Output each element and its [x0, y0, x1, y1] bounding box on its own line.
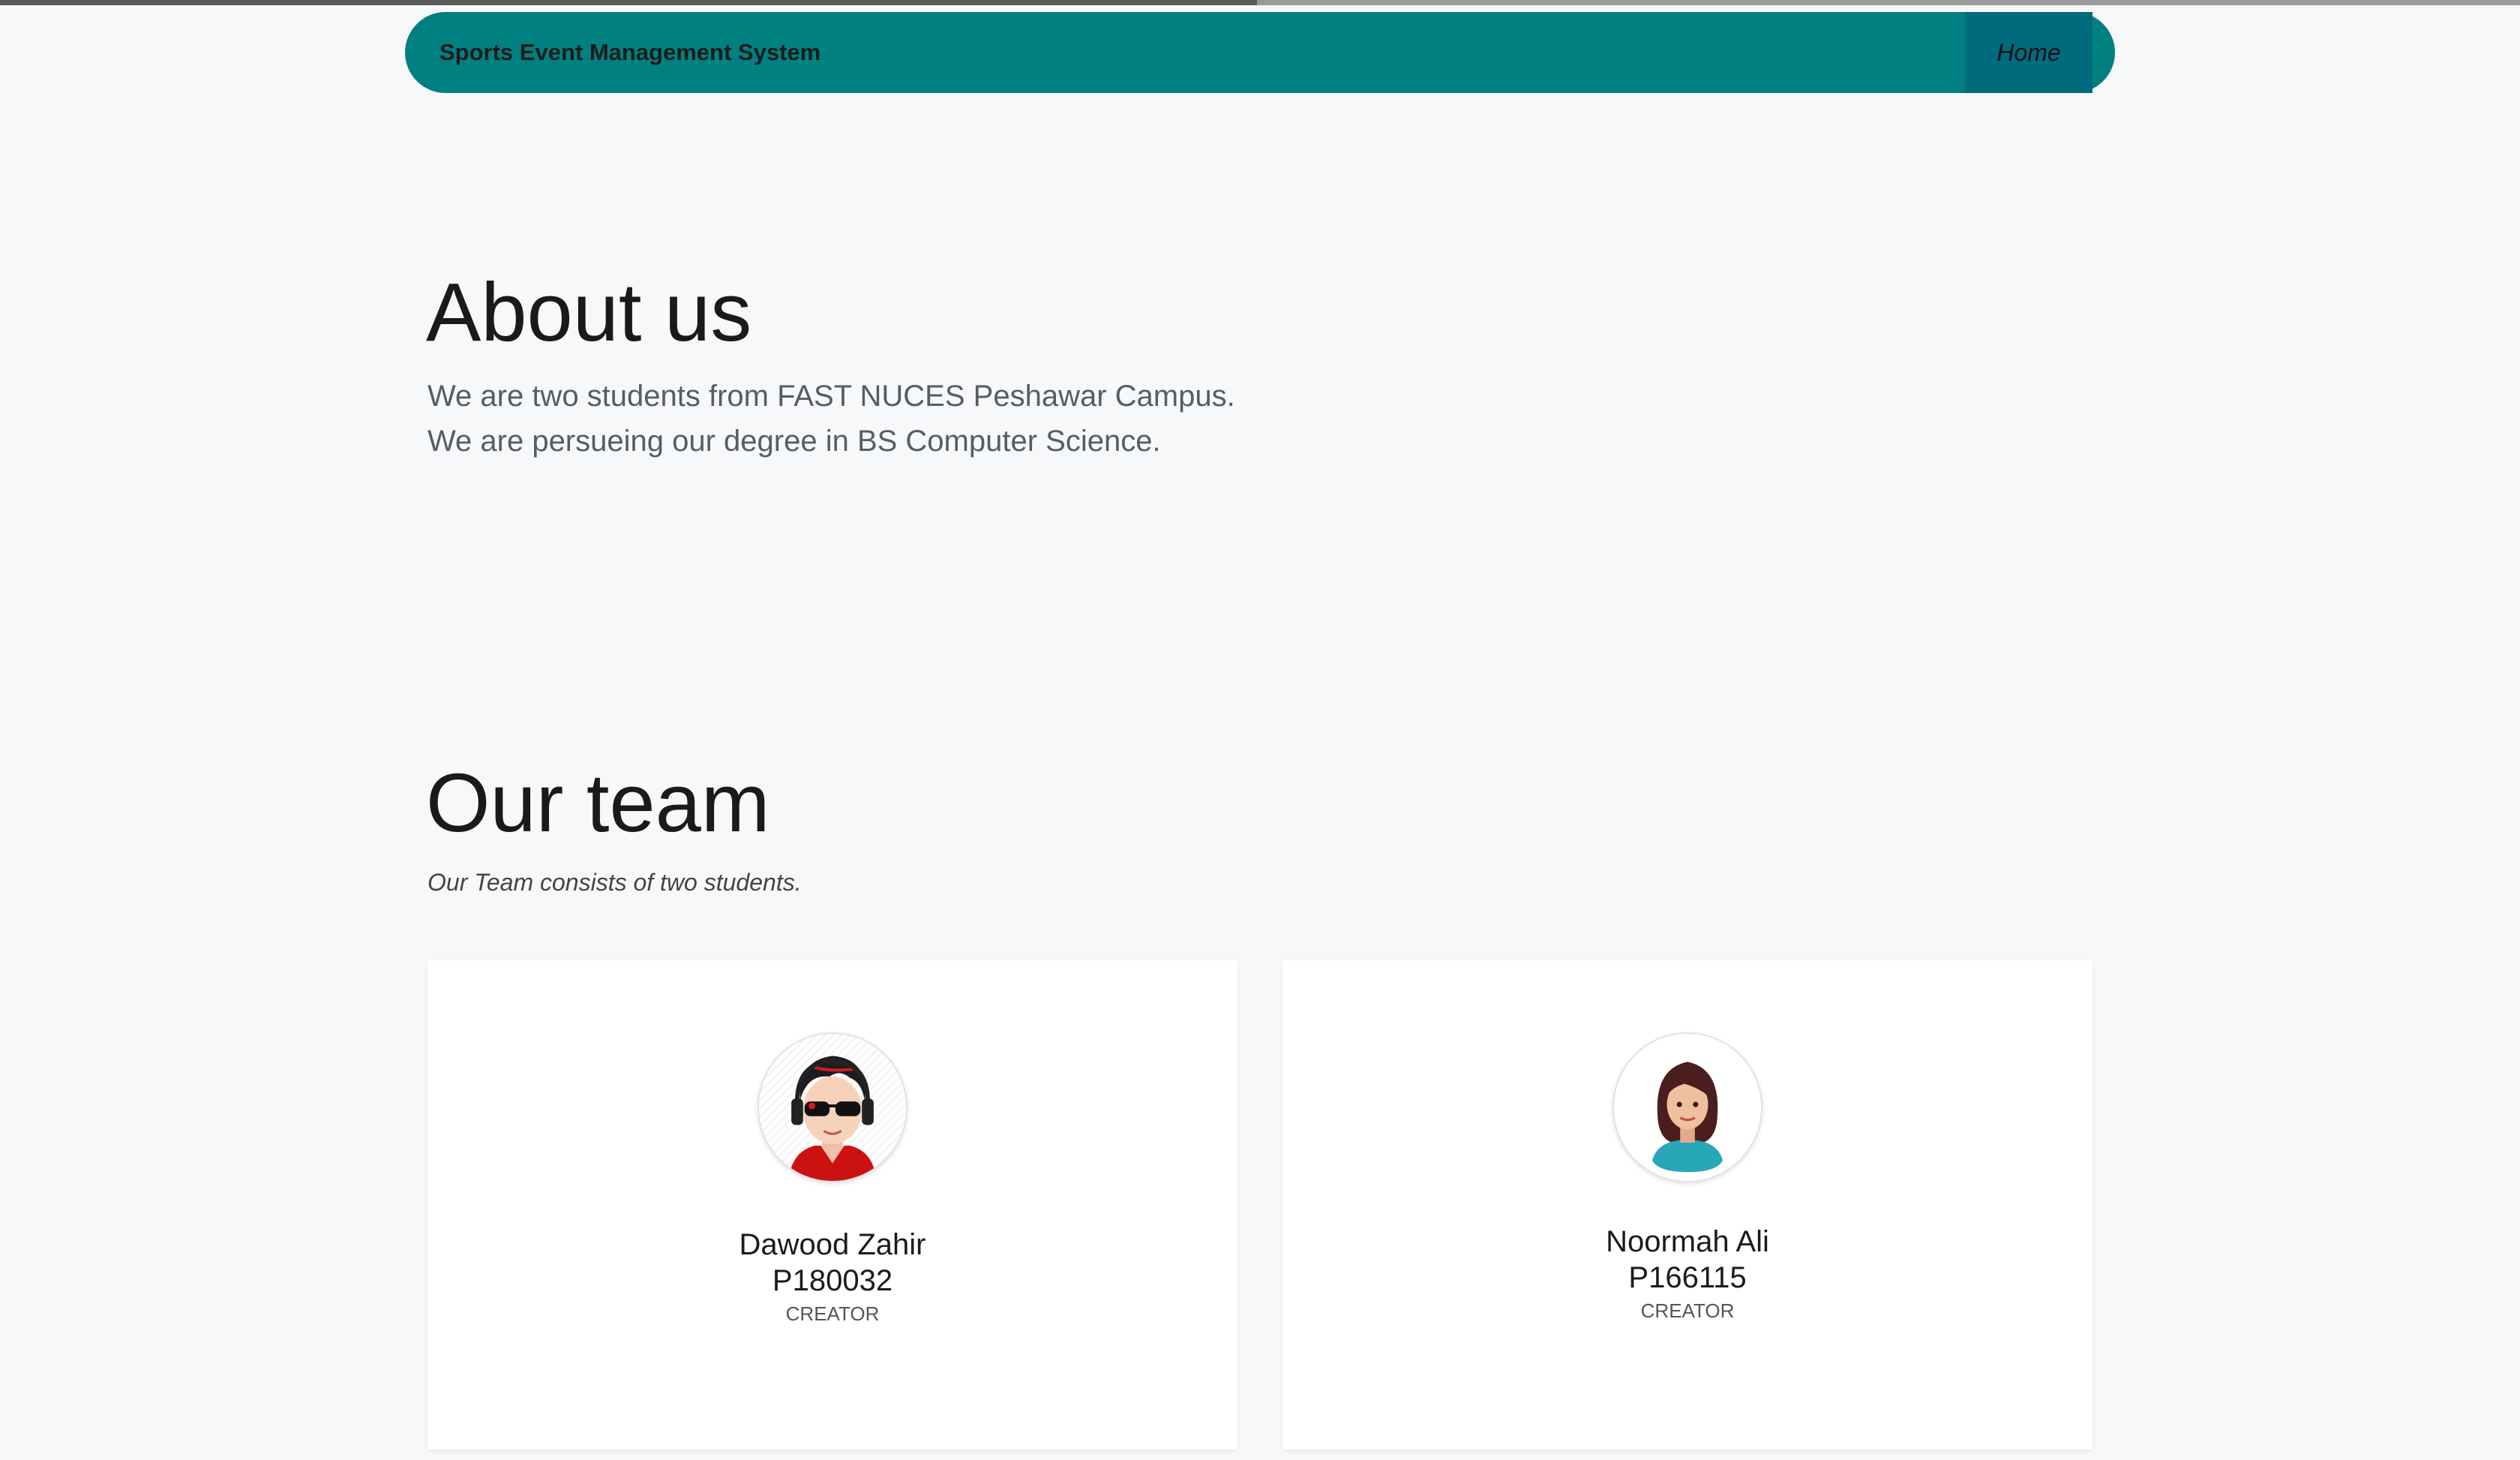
- member-name: Noormah Ali: [1606, 1225, 1769, 1258]
- member-role: CREATOR: [1640, 1299, 1735, 1322]
- member-role: CREATOR: [785, 1302, 880, 1325]
- member-id: P166115: [1628, 1261, 1747, 1294]
- about-text-line: We are two students from FAST NUCES Pesh…: [428, 380, 1235, 413]
- team-title: Our team: [426, 757, 770, 849]
- avatar: [1612, 1032, 1762, 1182]
- female-avatar-icon: [1614, 1034, 1761, 1181]
- navbar-brand[interactable]: Sports Event Management System: [440, 12, 820, 93]
- team-member-card: Noormah Ali P166115 CREATOR: [1282, 960, 2092, 1449]
- team-member-card: Dawood Zahir P180032 CREATOR: [428, 960, 1238, 1449]
- browser-top-border: [0, 0, 2520, 5]
- about-title: About us: [426, 266, 752, 359]
- navbar: Sports Event Management System Home: [405, 12, 2115, 93]
- team-subtitle: Our Team consists of two students.: [428, 869, 802, 896]
- nav-link-home[interactable]: Home: [1965, 12, 2092, 93]
- male-avatar-icon: [759, 1034, 906, 1181]
- member-id: P180032: [772, 1264, 893, 1297]
- browser-top-border-segment: [1257, 0, 2520, 5]
- member-name: Dawood Zahir: [739, 1228, 926, 1261]
- about-text-line: We are persueing our degree in BS Comput…: [428, 425, 1161, 458]
- avatar: [758, 1032, 908, 1182]
